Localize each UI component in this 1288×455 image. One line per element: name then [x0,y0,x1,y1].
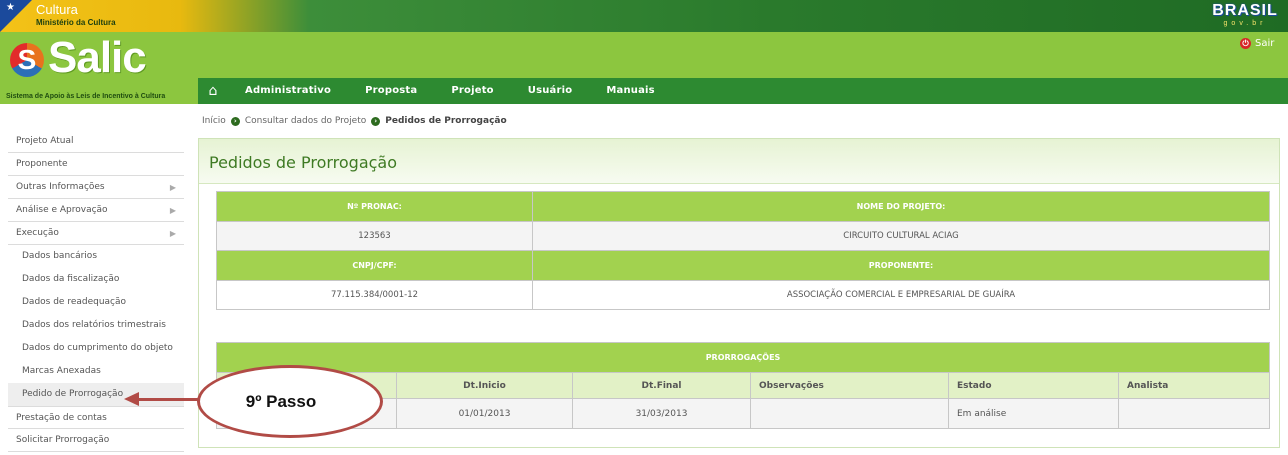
sidebar-sub-cumprimento[interactable]: Dados do cumprimento do objeto [8,337,184,360]
column-estado: Estado [948,372,1119,399]
sidebar-item-label: Solicitar Prorrogação [16,435,110,445]
nav-item-projeto[interactable]: Projeto [434,78,510,104]
column-observacoes: Observações [750,372,949,399]
sidebar-item-label: Proponente [16,159,68,169]
sidebar-sub-relatorios[interactable]: Dados dos relatórios trimestrais [8,314,184,337]
annotation-arrow-shaft [138,398,200,401]
pronac-value: 123563 [216,221,533,251]
nav-item-administrativo[interactable]: Administrativo [228,78,348,104]
table-cell: 31/03/2013 [572,398,751,429]
sidebar-item-label: Projeto Atual [16,136,74,146]
table-cell: 01/01/2013 [396,398,573,429]
chevron-right-icon: › [371,116,381,126]
pronac-header: Nº PRONAC: [216,191,533,222]
nav-item-usuario[interactable]: Usuário [511,78,590,104]
home-icon[interactable]: ⌂ [198,78,228,104]
salic-logo[interactable]: S Salic Sistema de Apoio às Leis de Ince… [6,35,191,105]
sidebar-sub-readequacao[interactable]: Dados de readequação [8,291,184,314]
breadcrumb-inicio[interactable]: Início [202,116,226,126]
sidebar-item-label: Outras Informações [16,182,105,192]
logout-label: Sair [1255,38,1275,49]
salic-logo-word: Salic [48,33,147,82]
sidebar-item-solicitar-prorrogacao[interactable]: Solicitar Prorrogação [8,429,184,452]
breadcrumb-current: Pedidos de Prorrogação [385,116,507,126]
main-nav: ⌂ Administrativo Proposta Projeto Usuári… [198,78,1288,104]
column-dt-inicio: Dt.Inicio [396,372,573,399]
sidebar-item-label: Execução [16,228,59,238]
column-dt-final: Dt.Final [572,372,751,399]
annotation-arrow-head-icon [124,392,139,406]
sidebar-item-proponente[interactable]: Proponente [8,153,184,176]
proponent-header: PROPONENTE: [532,250,1270,281]
sidebar-sub-fiscalizacao[interactable]: Dados da fiscalização [8,268,184,291]
sidebar-item-execucao[interactable]: Execução ▶ [8,222,184,245]
sidebar-item-outras-informacoes[interactable]: Outras Informações ▶ [8,176,184,199]
sidebar-item-analise[interactable]: Análise e Aprovação ▶ [8,199,184,222]
nav-item-proposta[interactable]: Proposta [348,78,434,104]
gov-top-bar: ★ Cultura Ministério da Cultura BRASIL g… [0,0,1288,32]
project-info-table: Nº PRONAC: NOME DO PROJETO: 123563 CIRCU… [216,191,1270,310]
table-cell [1118,398,1270,429]
annotation-step-label: 9º Passo [245,391,317,411]
power-icon: ⏻ [1240,38,1251,49]
table-cell [750,398,949,429]
chevron-right-icon: ▶ [169,183,176,192]
cnpj-value: 77.115.384/0001-12 [216,280,533,310]
sidebar-sub-marcas[interactable]: Marcas Anexadas [8,360,184,383]
page-title: Pedidos de Prorrogação [209,153,398,172]
sidebar-item-label: Prestação de contas [16,413,107,423]
brasil-logo[interactable]: BRASIL gov.br [1208,3,1282,29]
sidebar-item-label: Análise e Aprovação [16,205,108,215]
brasil-logo-url: gov.br [1223,20,1267,27]
column-analista: Analista [1118,372,1270,399]
breadcrumb-consultar[interactable]: Consultar dados do Projeto [245,116,366,126]
flag-decoration [0,0,32,32]
project-name-value: CIRCUITO CULTURAL ACIAG [532,221,1270,251]
logout-button[interactable]: ⏻ Sair [1240,38,1274,49]
chevron-right-icon: › [230,116,240,126]
ministry-title: Cultura [36,2,78,17]
sidebar-item-projeto-atual[interactable]: Projeto Atual [8,130,184,153]
sidebar-sub-dados-bancarios[interactable]: Dados bancários [8,245,184,268]
cnpj-header: CNPJ/CPF: [216,250,533,281]
sidebar-item-prestacao[interactable]: Prestação de contas [8,406,184,429]
chevron-right-icon: ▶ [169,206,176,215]
salic-logo-letter: S [17,44,37,75]
proponent-value: ASSOCIAÇÃO COMERCIAL E EMPRESARIAL DE GU… [532,280,1270,310]
nav-item-manuais[interactable]: Manuais [589,78,671,104]
sidebar: Projeto Atual Proponente Outras Informaç… [8,130,184,452]
ministry-subtitle: Ministério da Cultura [36,18,116,27]
salic-tagline: Sistema de Apoio às Leis de Incentivo à … [6,93,166,100]
brasil-logo-word: BRASIL [1212,2,1278,19]
star-icon: ★ [6,2,15,13]
sidebar-sub-pedido-prorrogacao[interactable]: Pedido de Prorrogação [8,383,184,406]
table-cell: Em análise [948,398,1119,429]
breadcrumb: Início › Consultar dados do Projeto › Pe… [202,116,507,126]
annotation-step-callout: 9º Passo [197,365,383,438]
chevron-right-icon: ▶ [169,229,176,238]
project-name-header: NOME DO PROJETO: [532,191,1270,222]
